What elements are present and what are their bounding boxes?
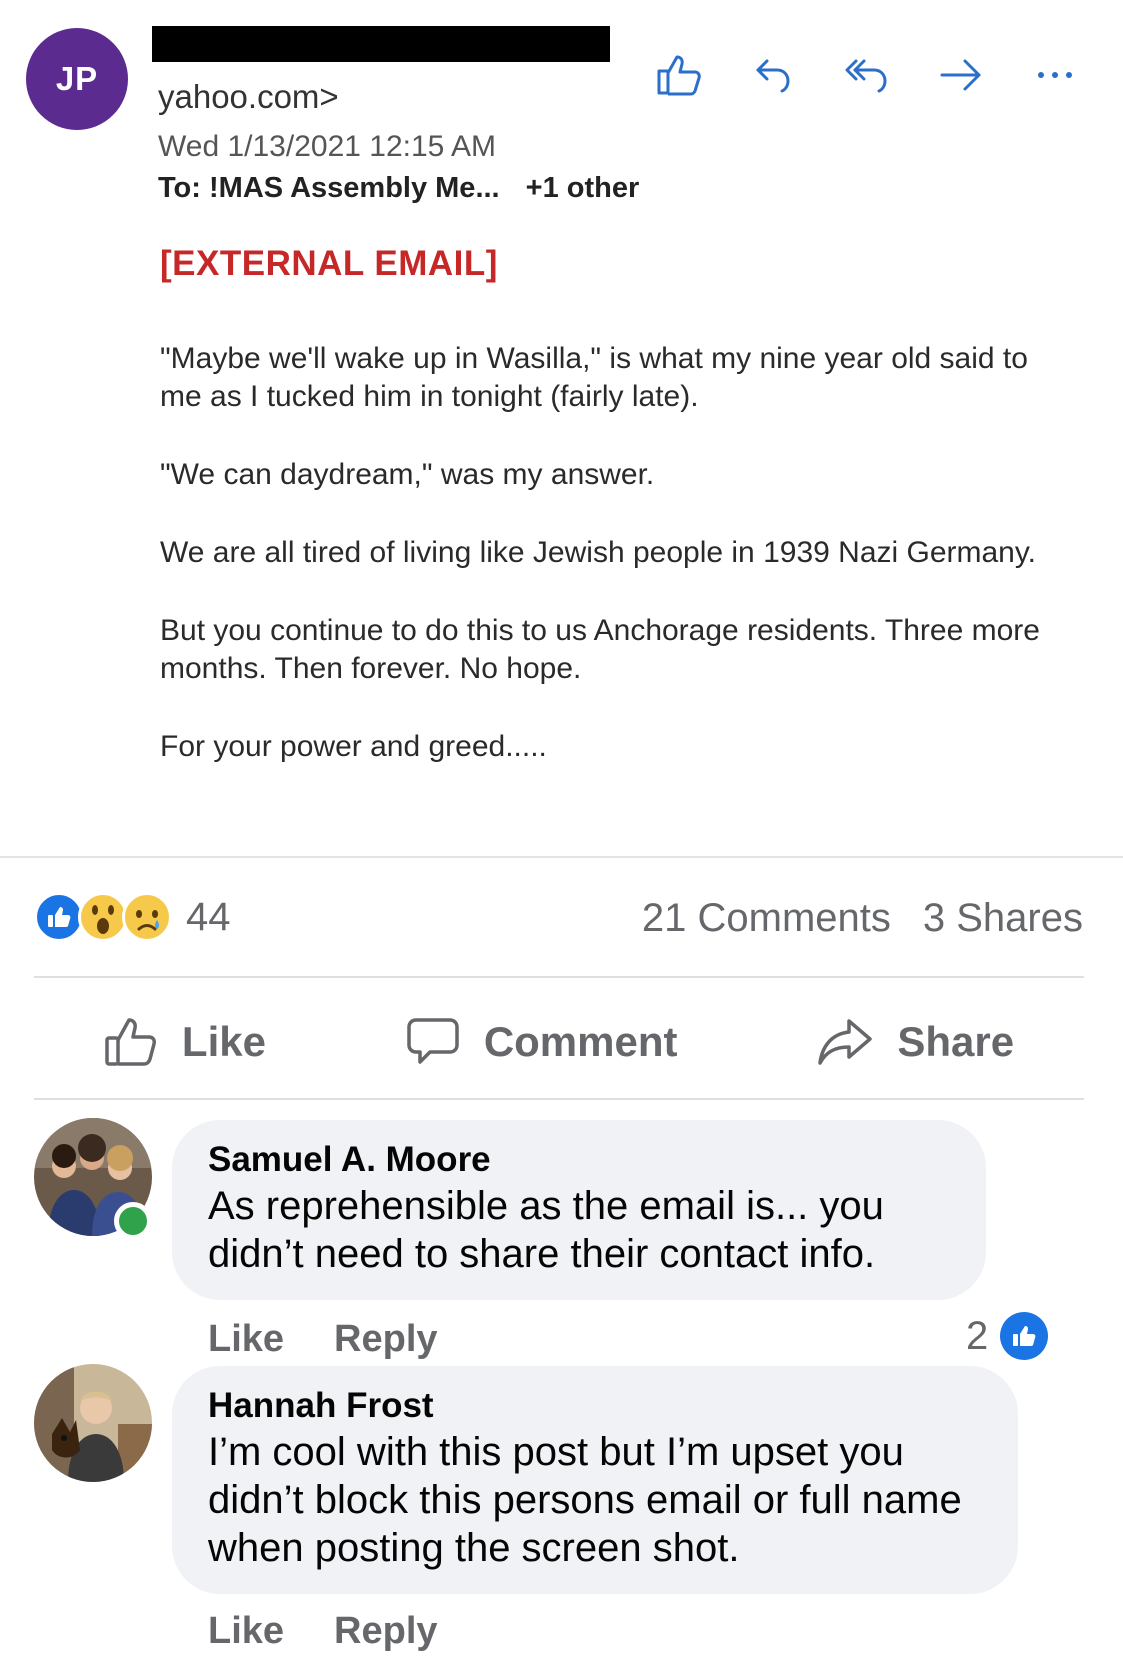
- divider: [0, 856, 1123, 858]
- comment-label: Comment: [483, 1018, 678, 1065]
- email-body: "Maybe we'll wake up in Wasilla," is wha…: [160, 340, 1060, 806]
- to-other: +1 other: [525, 172, 640, 204]
- wow-reaction-icon: [78, 892, 128, 942]
- email-paragraph: "We can daydream," was my answer.: [160, 458, 655, 491]
- to-label: To:: [158, 172, 201, 204]
- reactions-summary[interactable]: 44: [34, 892, 231, 942]
- like-reaction-icon: [34, 892, 84, 942]
- sender-avatar: JP: [26, 28, 128, 130]
- share-label: Share: [897, 1018, 1015, 1065]
- comment-like-count[interactable]: 2: [966, 1312, 1049, 1360]
- comment-reply-button[interactable]: Reply: [334, 1318, 437, 1361]
- email-actions: [650, 52, 1084, 98]
- forward-icon[interactable]: [932, 52, 990, 98]
- post-action-bar: Like Comment Share: [34, 986, 1084, 1098]
- redaction-bar: [152, 26, 610, 62]
- divider: [34, 1098, 1084, 1100]
- email-paragraph: "Maybe we'll wake up in Wasilla," is wha…: [160, 342, 1028, 413]
- comment-like-button[interactable]: Like: [208, 1318, 284, 1361]
- thumbs-up-icon[interactable]: [650, 52, 708, 98]
- email-paragraph: For your power and greed.....: [160, 730, 547, 763]
- to-value: !MAS Assembly Me...: [209, 172, 500, 204]
- like-badge-icon: [1000, 1312, 1049, 1360]
- comment-reply-button[interactable]: Reply: [334, 1610, 437, 1653]
- comment-actions: Like Reply: [208, 1318, 438, 1361]
- comment-icon: [407, 1018, 459, 1064]
- shares-count[interactable]: 3 Shares: [923, 896, 1083, 941]
- comment-bubble: Hannah Frost I’m cool with this post but…: [172, 1366, 1018, 1594]
- sender-initials: JP: [55, 60, 99, 97]
- reactions-count: 44: [186, 894, 231, 939]
- share-icon: [818, 1019, 873, 1065]
- comments-count[interactable]: 21 Comments: [642, 896, 891, 941]
- comment-bubble: Samuel A. Moore As reprehensible as the …: [172, 1120, 986, 1300]
- comment-text: As reprehensible as the email is... you …: [208, 1184, 884, 1276]
- more-icon[interactable]: [1026, 52, 1084, 98]
- share-button[interactable]: Share: [817, 1017, 1014, 1067]
- comment-like-button[interactable]: Like: [208, 1610, 284, 1653]
- sad-reaction-icon: [122, 892, 172, 942]
- post-stats: 21 Comments 3 Shares: [642, 896, 1083, 941]
- comment-text: I’m cool with this post but I’m upset yo…: [208, 1430, 962, 1570]
- email-recipients: To: !MAS Assembly Me... +1 other: [158, 172, 639, 205]
- comment-author[interactable]: Hannah Frost: [208, 1386, 982, 1426]
- email-paragraph: We are all tired of living like Jewish p…: [160, 536, 1036, 569]
- comment-like-count-value: 2: [966, 1313, 989, 1358]
- comment-actions: Like Reply: [208, 1610, 438, 1653]
- sender-domain: yahoo.com>: [158, 78, 339, 115]
- reply-icon[interactable]: [744, 52, 802, 98]
- online-status-indicator: [114, 1202, 152, 1240]
- commenter-avatar[interactable]: [34, 1364, 152, 1482]
- email-date: Wed 1/13/2021 12:15 AM: [158, 130, 497, 163]
- email-paragraph: But you continue to do this to us Anchor…: [160, 614, 1040, 685]
- reply-all-icon[interactable]: [838, 52, 896, 98]
- like-button[interactable]: Like: [104, 1016, 266, 1068]
- external-email-tag: [EXTERNAL EMAIL]: [160, 244, 498, 283]
- email-screenshot: JP yahoo.com> Wed 1/13/2021 12:15 AM To:…: [0, 0, 1123, 858]
- divider: [34, 976, 1084, 978]
- like-label: Like: [181, 1018, 266, 1065]
- comment-button[interactable]: Comment: [406, 1016, 678, 1068]
- like-icon: [105, 1018, 156, 1066]
- comment-author[interactable]: Samuel A. Moore: [208, 1140, 950, 1180]
